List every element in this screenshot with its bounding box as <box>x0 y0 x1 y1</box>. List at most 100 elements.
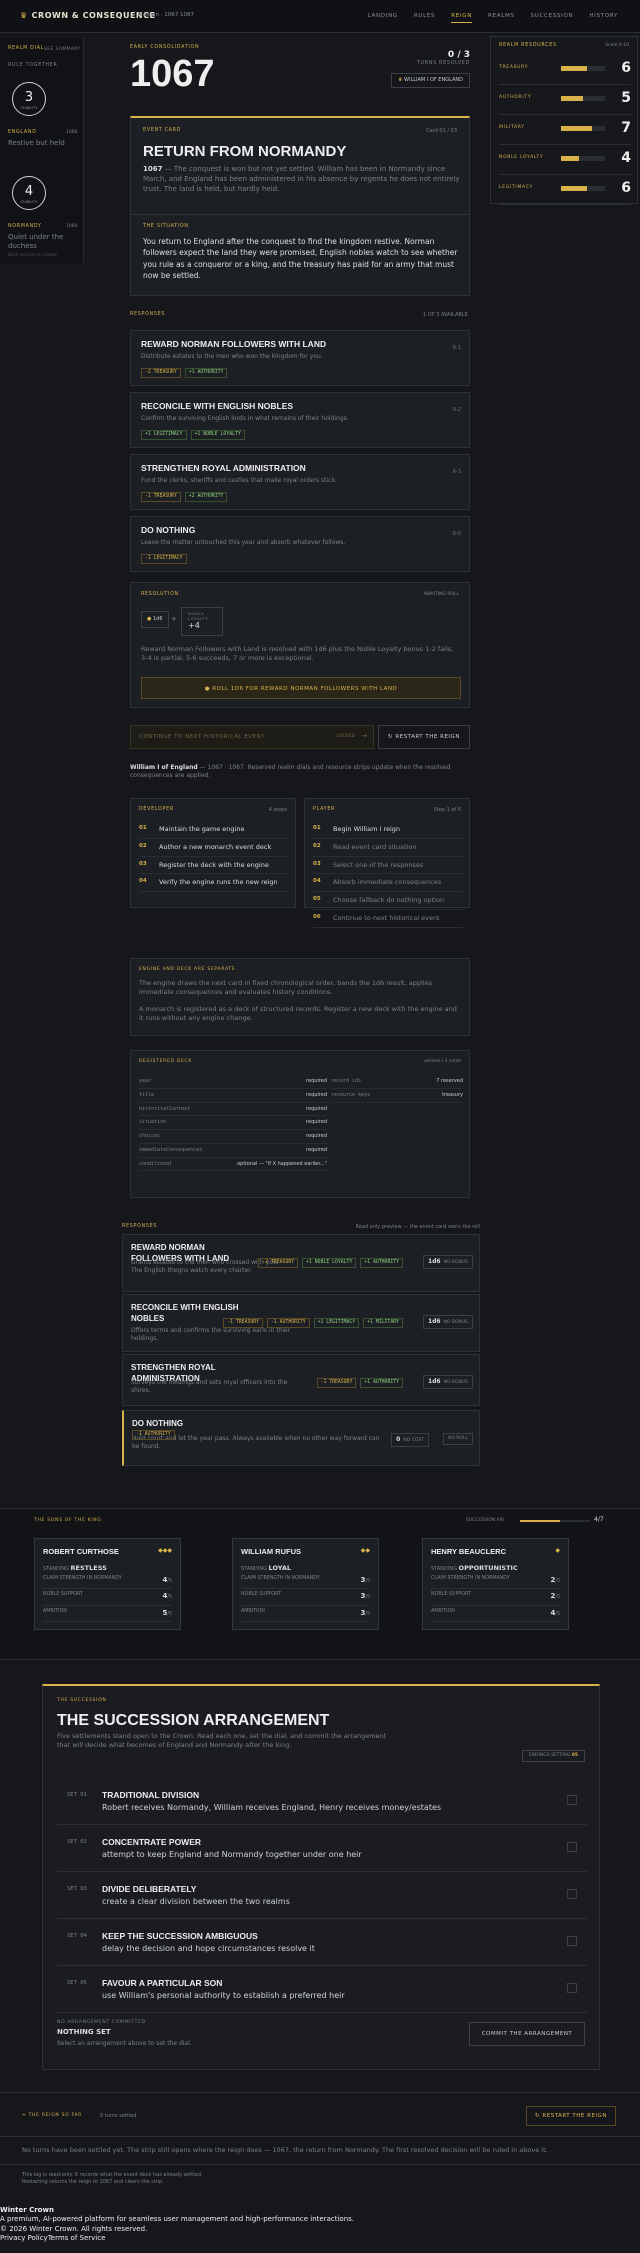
preview-tags: -2 TREASURY +1 NOBLE LOYALTY +1 AUTHORITY <box>258 1257 407 1269</box>
response-option[interactable]: RECONCILE WITH ENGLISH NOBLES Confirm the… <box>130 392 470 448</box>
nav-succession[interactable]: SUCCESSION <box>531 13 574 23</box>
commit-button[interactable]: COMMIT THE ARRANGEMENT <box>469 2022 585 2046</box>
die-value: 1d6 <box>152 616 163 622</box>
footer-tagline: A premium, AI-powered platform for seaml… <box>0 2215 355 2224</box>
deck-field-row: resource keys treasury <box>331 1089 463 1103</box>
nav-rules[interactable]: RULES <box>414 13 435 23</box>
deck-panel: REGISTERED DECK william-i 3 cards year re… <box>130 1050 470 1198</box>
arrangement-option[interactable]: SET 01 TRADITIONAL DIVISION Robert receive… <box>57 1778 587 1825</box>
arrow-right-icon: → <box>361 732 367 740</box>
preview-tags: -1 AUTHORITY <box>132 1429 179 1441</box>
era-header: EARLY CONSOLIDATION 1067 0 / 3 TURNS RES… <box>130 45 470 95</box>
player-step[interactable]: 01 Begin William I reign <box>313 821 463 839</box>
nav-realms[interactable]: REALMS <box>488 13 515 23</box>
breadcrumb: A Reign · 1067 1087 <box>138 12 194 18</box>
resolution-text: Reward Norman Followers with Land is res… <box>141 645 454 663</box>
response-option[interactable]: DO NOTHING Leave the matter untouched thi… <box>130 516 470 572</box>
arrangement-option[interactable]: SET 04 KEEP THE SUCCESSION AMBIGUOUS delay… <box>57 1919 587 1966</box>
arrangement-option[interactable]: SET 05 FAVOUR A PARTICULAR SON use William… <box>57 1966 587 2013</box>
resources-panel: REALM RESOURCES Scale 0-10 TREASURY 6 AUTH… <box>490 36 638 205</box>
turns-label: TURNS RESOLVED <box>416 61 470 66</box>
die-icon: ● <box>147 616 152 622</box>
nav-landing[interactable]: LANDING <box>368 13 398 23</box>
stat-value: 3/5 <box>360 1592 370 1601</box>
stat-label: NOBLE SUPPORT <box>431 1592 471 1598</box>
arrangement-desc: Robert receives Normandy, William receiv… <box>102 1803 442 1812</box>
deck-field-row: historicalContext required <box>139 1103 327 1117</box>
history-icon: ≈ <box>22 2113 29 2118</box>
arrangement-checkbox[interactable] <box>567 1983 577 1993</box>
crown-icon: ♛ <box>397 77 403 83</box>
nav-reign[interactable]: REIGN <box>451 13 473 24</box>
arrangement-option[interactable]: SET 02 CONCENTRATE POWER attempt to keep E… <box>57 1825 587 1872</box>
response-option[interactable]: STRENGTHEN ROYAL ADMINISTRATION Fund the … <box>130 454 470 510</box>
terms-link[interactable]: Terms of Service <box>48 2234 106 2242</box>
realm-dial-title: REALM DIAL <box>8 46 45 51</box>
son-name: HENRY BEAUCLERC <box>431 1547 507 1556</box>
roll-label: NO BONUS <box>443 1260 468 1265</box>
field-req: required <box>306 1078 327 1084</box>
arrangement-checkbox[interactable] <box>567 1889 577 1899</box>
arrangement-checkbox[interactable] <box>567 1795 577 1805</box>
arrangement-option[interactable]: SET 03 DIVIDE DELIBERATELY create a clear … <box>57 1872 587 1919</box>
none-hint: Select an arrangement above to set the d… <box>57 2040 192 2047</box>
history-restart-button[interactable]: ↻ RESTART THE REIGN <box>526 2106 616 2126</box>
roll-button[interactable]: ● ROLL 1D6 FOR REWARD NORMAN FOLLOWERS W… <box>141 677 461 699</box>
field-req: optional — "if X happened earlier..." <box>237 1160 327 1167</box>
developer-step: 04 Verify the engine runs the new reign <box>139 874 289 893</box>
field-name: conditional <box>139 1160 173 1167</box>
resolution-label: RESOLUTION <box>141 592 179 597</box>
resource-value: 5 <box>621 90 631 106</box>
stat-value: 2/5 <box>550 1576 560 1585</box>
player-step[interactable]: 06 Continue to next historical event <box>313 910 463 928</box>
normandy-dial[interactable]: 4 STABILITY <box>12 176 46 210</box>
nav-history[interactable]: HISTORY <box>589 13 618 23</box>
player-step[interactable]: 03 Select one of the responses <box>313 857 463 875</box>
son-card: WILLIAM RUFUS ◆◆ STANDING LOYAL CLAIM STREN… <box>232 1538 379 1630</box>
response-tags: -1 LEGITIMACY <box>141 553 191 565</box>
brand[interactable]: ♛ CROWN & CONSEQUENCE <box>20 11 155 22</box>
standing-value: RESTLESS <box>70 1564 107 1573</box>
plus-sign: + <box>171 615 177 623</box>
arrangement-key: SET 01 <box>67 1792 87 1798</box>
standing-label: STANDING <box>241 1566 267 1573</box>
normandy-stability-label: STABILITY <box>20 200 38 204</box>
stat-value: 4/5 <box>162 1576 172 1585</box>
player-step[interactable]: 05 Choose fallback do nothing option <box>313 892 463 910</box>
stat-label: AMBITION <box>431 1608 455 1614</box>
preview-option: REWARD NORMAN FOLLOWERS WITH LAND Grants … <box>122 1234 480 1292</box>
era-label: EARLY CONSOLIDATION <box>130 45 200 50</box>
resolution-panel: RESOLUTION AWAITING ROLL ● 1d6 + NOBLE L… <box>130 582 470 708</box>
situation-text: You return to England after the conquest… <box>143 237 458 280</box>
engine-p2: A monarch is registered as a deck of str… <box>139 1005 457 1022</box>
response-option[interactable]: REWARD NORMAN FOLLOWERS WITH LAND Distrib… <box>130 330 470 386</box>
player-step[interactable]: 04 Absorb immediate consequences <box>313 874 463 893</box>
endings-badge: ENDINGS SETTING 05 <box>521 1750 585 1763</box>
developer-title: DEVELOPER <box>139 807 174 812</box>
engine-panel: ENGINE AND DECK ARE SEPARATE The engine … <box>130 958 470 1036</box>
privacy-link[interactable]: Privacy Policy <box>0 2234 48 2242</box>
normandy-year: 1066 <box>66 224 78 229</box>
restart-button[interactable]: ↻ RESTART THE REIGN <box>378 725 470 749</box>
field-name: historicalContext <box>139 1105 191 1112</box>
continue-button[interactable]: CONTINUE TO NEXT HISTORICAL EVENT LOCKED… <box>130 725 374 749</box>
stat-max: /5 <box>555 1578 560 1584</box>
preview-desc: Offers terms and confirms the surviving … <box>131 1327 291 1343</box>
player-step[interactable]: 02 Read event card situation <box>313 839 463 857</box>
arrangement-checkbox[interactable] <box>567 1842 577 1852</box>
stat-max: /5 <box>365 1595 370 1601</box>
succession-desc: Five settlements stand open to the Crown… <box>57 1732 387 1749</box>
son-standing: STANDING OPPORTUNISTIC <box>431 1564 560 1573</box>
son-stars: ◆ <box>555 1547 560 1554</box>
effect-tag: -1 TREASURY <box>316 1378 357 1389</box>
endings-value: 05 <box>571 1753 578 1758</box>
arrangement-checkbox[interactable] <box>567 1936 577 1946</box>
step-label: Select one of the responses <box>333 860 424 869</box>
succession-meter-value: 4/7 <box>594 1516 604 1523</box>
stat-max: /5 <box>555 1611 560 1617</box>
event-card: EVENT CARD Card 01 / 03 RETURN FROM NORM… <box>130 116 470 296</box>
effect-tag: +2 AUTHORITY <box>184 492 228 503</box>
england-dial[interactable]: 3 STABILITY <box>12 82 46 116</box>
resources-scale: Scale 0-10 <box>605 43 629 48</box>
see-summary-link[interactable]: SEE SUMMARY <box>44 46 81 51</box>
